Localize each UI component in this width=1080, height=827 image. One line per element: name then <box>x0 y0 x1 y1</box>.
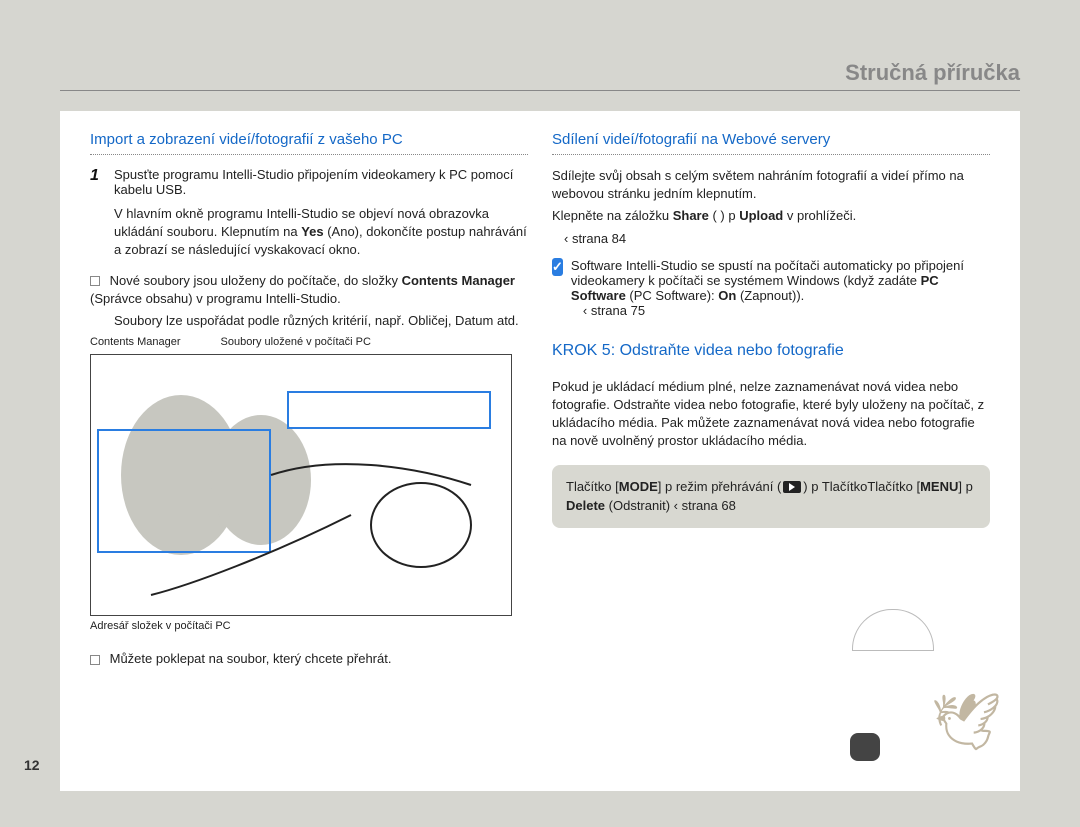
step5-heading: KROK 5: Odstraňte videa nebo fotografie <box>552 342 990 366</box>
illustration-lines-icon <box>91 355 511 615</box>
step-1-sub: V hlavním okně programu Intelli-Studio s… <box>114 205 528 260</box>
bullet-icon <box>90 276 100 286</box>
share-instruction: Klepněte na záložku Share ( ) p Upload v… <box>552 207 990 225</box>
step-1: 1 Spusťte programu Intelli-Studio připoj… <box>90 167 528 197</box>
step-2: Nové soubory jsou uloženy do počítače, d… <box>90 272 528 308</box>
dial-icon <box>852 609 934 651</box>
step-2-sub: Soubory lze uspořádat podle různých krit… <box>114 312 528 330</box>
right-heading-share: Sdílení videí/fotografií na Webové serve… <box>552 131 990 155</box>
left-heading: Import a zobrazení videí/fotografií z va… <box>90 131 528 155</box>
share-para: Sdílejte svůj obsah s celým světem nahrá… <box>552 167 990 203</box>
page-body: 12 Import a zobrazení videí/fotografií z… <box>60 111 1020 791</box>
page-number: 12 <box>24 757 40 773</box>
bird-icon: 🕊 <box>931 689 1002 755</box>
left-column: Import a zobrazení videí/fotografií z va… <box>90 131 528 761</box>
screenshot-illustration <box>90 354 512 616</box>
share-page-ref: ‹ strana 84 <box>564 230 990 248</box>
right-column: Sdílení videí/fotografií na Webové serve… <box>552 131 990 761</box>
note-row: ✓ Software Intelli-Studio se spustí na p… <box>552 258 990 318</box>
instruction-box: Tlačítko [MODE] p režim přehrávání () p … <box>552 465 990 528</box>
caption-files-pc: Soubory uložené v počítači PC <box>221 336 371 348</box>
page-title: Stručná příručka <box>60 60 1020 91</box>
step-1-number: 1 <box>90 167 104 197</box>
step-3: Můžete poklepat na soubor, který chcete … <box>90 650 528 668</box>
playback-icon <box>783 481 801 493</box>
caption-contents-manager: Contents Manager <box>90 336 181 348</box>
illustration-captions-top: Contents Manager Soubory uložené v počít… <box>90 336 528 348</box>
caption-folder-pc: Adresář složek v počítači PC <box>90 620 528 632</box>
note-icon: ✓ <box>552 258 563 276</box>
note-text: Software Intelli-Studio se spustí na poč… <box>571 258 990 318</box>
bullet-icon <box>90 655 100 665</box>
step5-para: Pokud je ukládací médium plné, nelze zaz… <box>552 378 990 451</box>
menu-button-icon <box>850 733 880 761</box>
step-1-text: Spusťte programu Intelli-Studio připojen… <box>114 167 528 197</box>
